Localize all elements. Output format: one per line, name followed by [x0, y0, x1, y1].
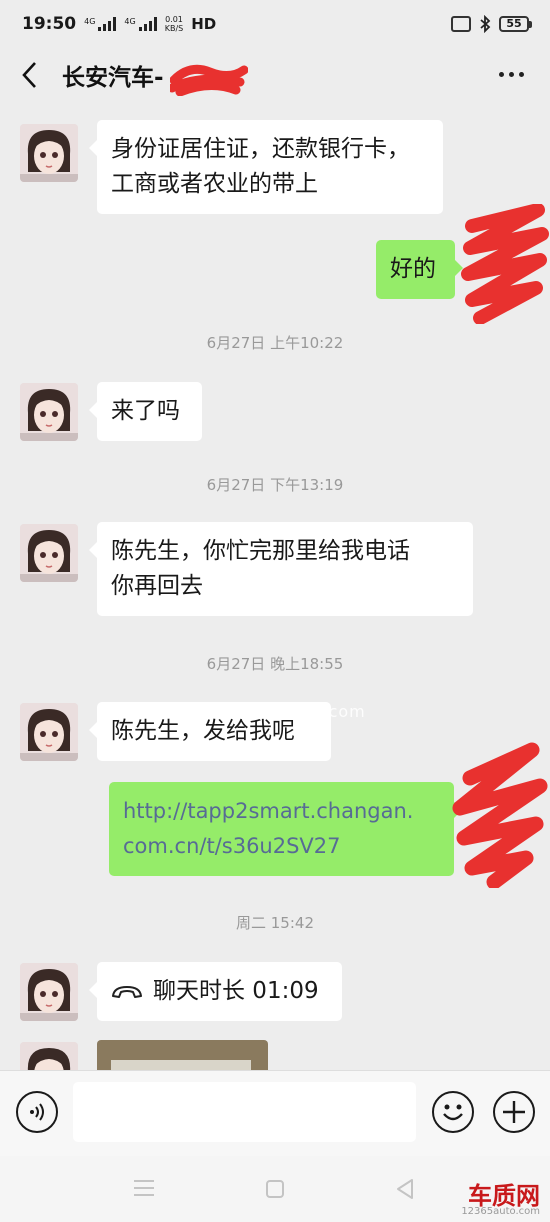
timestamp: 周二 15:42: [236, 914, 314, 932]
call-record-bubble[interactable]: 聊天时长 01:09: [89, 962, 342, 1021]
watermark-url: 12365auto.com: [461, 1206, 540, 1217]
signal-icon: 4G: [84, 17, 117, 31]
signal-icon: 4G: [124, 17, 157, 31]
redaction-scribble: [170, 64, 248, 96]
system-navigation: 车质网 12365auto.com: [0, 1156, 550, 1222]
phone-hangup-icon: [112, 985, 142, 998]
battery-icon: 55: [499, 16, 532, 32]
triangle-back-icon[interactable]: [395, 1178, 415, 1200]
avatar[interactable]: [20, 1042, 78, 1070]
call-duration: 聊天时长 01:09: [153, 978, 319, 1004]
battery-level: 55: [506, 17, 522, 30]
menu-icon[interactable]: [134, 1180, 154, 1196]
signal-label: 4G: [124, 17, 136, 26]
voice-icon[interactable]: [16, 1091, 58, 1133]
message-bubble[interactable]: 好的: [376, 240, 463, 299]
network-speed-value: 0.01: [165, 15, 183, 24]
redaction-scribble: [452, 742, 548, 888]
message-text: 你再回去: [111, 573, 203, 599]
avatar[interactable]: [20, 963, 78, 1021]
chevron-left-icon[interactable]: [0, 48, 60, 102]
timestamp: 6月27日 晚上18:55: [206, 655, 344, 673]
timestamp: 6月27日 下午13:19: [206, 476, 344, 494]
hd-label: HD: [191, 15, 217, 33]
chat-title[interactable]: 长安汽车-: [62, 58, 164, 92]
message-text: 好的: [390, 256, 436, 282]
timestamp: 6月27日 上午10:22: [206, 334, 344, 352]
message-text: 来了吗: [111, 398, 180, 424]
chat-list: 身份证居住证，还款银行卡， 工商或者农业的带上 好的 6月27日 上午10:22…: [0, 102, 550, 1070]
link-message-bubble[interactable]: http://tapp2smart.changan. com.cn/t/s36u…: [109, 782, 462, 876]
message-bubble[interactable]: 来了吗: [89, 382, 202, 441]
message-text: 身份证居住证，还款银行卡，: [111, 136, 410, 162]
ellipsis-icon[interactable]: [499, 72, 524, 77]
avatar[interactable]: [20, 703, 78, 761]
message-bubble[interactable]: 身份证居住证，还款银行卡， 工商或者农业的带上: [89, 120, 443, 214]
bluetooth-icon: [480, 15, 491, 33]
message-link[interactable]: http://tapp2smart.changan.: [123, 794, 440, 829]
message-text: 陈先生，你忙完那里给我电话: [111, 538, 410, 564]
message-link[interactable]: com.cn/t/s36u2SV27: [123, 829, 440, 864]
redaction-scribble: [461, 204, 549, 324]
avatar[interactable]: [20, 524, 78, 582]
image-thumbnail[interactable]: [97, 1040, 268, 1070]
avatar[interactable]: [20, 124, 78, 182]
input-bar: [0, 1070, 550, 1156]
signal-label: 4G: [84, 17, 96, 26]
plus-icon[interactable]: [493, 1091, 535, 1133]
message-input[interactable]: [73, 1082, 416, 1142]
vibrate-icon: [451, 16, 471, 32]
network-speed: 0.01 KB/S: [165, 15, 184, 33]
watermark: www.12365auto.com: [180, 702, 366, 721]
network-speed-unit: KB/S: [164, 24, 184, 33]
message-text: 工商或者农业的带上: [111, 171, 318, 197]
avatar[interactable]: [20, 383, 78, 441]
home-icon[interactable]: [266, 1180, 284, 1198]
status-bar: 19:50 4G 4G 0.01 KB/S HD 55: [0, 0, 550, 48]
status-time: 19:50: [22, 14, 77, 34]
chat-header: 长安汽车-: [0, 48, 550, 102]
emoji-icon[interactable]: [432, 1091, 474, 1133]
message-bubble[interactable]: 陈先生，你忙完那里给我电话 你再回去: [89, 522, 473, 616]
